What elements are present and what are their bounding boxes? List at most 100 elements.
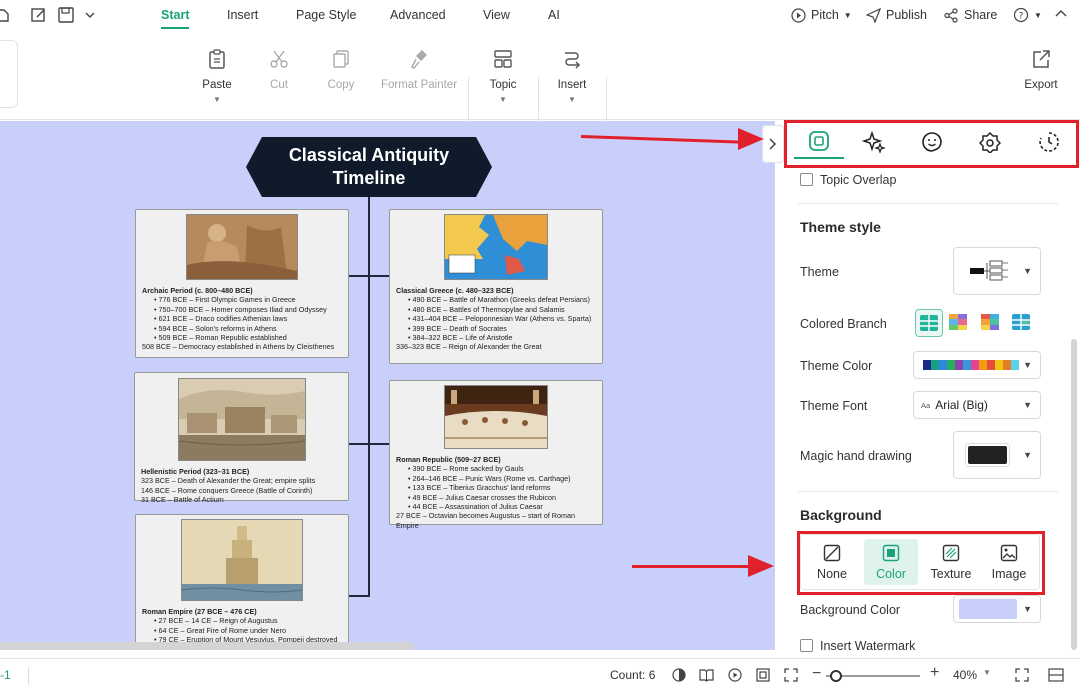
branch-color-icon bbox=[949, 314, 967, 330]
tab-start[interactable]: Start bbox=[161, 0, 190, 30]
topic-card-classical-greece[interactable]: Classical Greece (c. 480–323 BCE) 490 BC… bbox=[389, 209, 603, 364]
card-title: Roman Republic (509–27 BCE) bbox=[396, 455, 501, 464]
color-palette-preview bbox=[923, 360, 1019, 370]
topic-card-archaic[interactable]: Archaic Period (c. 800–480 BCE) 776 BCE … bbox=[135, 209, 349, 358]
list-item: 27 BCE – Octavian becomes Augustus – sta… bbox=[396, 511, 575, 530]
panel-toggle-icon[interactable] bbox=[1048, 668, 1064, 682]
colored-branch-option-3[interactable] bbox=[980, 313, 1000, 331]
list-item: 621 BCE – Draco codifies Athenian laws bbox=[142, 314, 342, 323]
tab-ai[interactable]: AI bbox=[548, 0, 560, 30]
chevron-down-icon[interactable]: ▼ bbox=[983, 668, 991, 677]
chevron-down-icon: ▼ bbox=[499, 95, 507, 104]
publish-button[interactable]: Publish bbox=[866, 0, 927, 30]
annotation-arrow-background bbox=[632, 565, 752, 568]
card-title: Archaic Period (c. 800–480 BCE) bbox=[142, 286, 253, 295]
theme-font-dropdown[interactable]: Aa Arial (Big) ▼ bbox=[913, 391, 1041, 419]
theme-toggle-icon[interactable] bbox=[672, 668, 686, 682]
copy-label: Copy bbox=[327, 79, 355, 91]
fullscreen-expand-icon[interactable] bbox=[784, 668, 798, 682]
collapse-ribbon-icon[interactable] bbox=[1054, 7, 1068, 21]
pitch-label: Pitch bbox=[811, 8, 839, 22]
insert-watermark-checkbox[interactable] bbox=[800, 639, 813, 652]
colored-branch-option-1[interactable] bbox=[915, 309, 943, 337]
save-icon[interactable] bbox=[57, 6, 75, 24]
panel-scrollbar[interactable] bbox=[1071, 339, 1077, 650]
insert-label: Insert bbox=[557, 79, 587, 91]
share-label: Share bbox=[964, 8, 998, 22]
fullscreen-icon[interactable] bbox=[1015, 668, 1029, 682]
central-topic-title-line1: Classical Antiquity bbox=[288, 145, 450, 165]
list-item: 594 BCE – Solon's reforms in Athens bbox=[142, 324, 342, 333]
theme-style-heading: Theme style bbox=[800, 219, 881, 235]
edit-icon[interactable] bbox=[30, 6, 48, 24]
ribbon-toolbar: Paste ▼ Cut Copy Format Painter Topic ▼ … bbox=[0, 30, 1080, 129]
list-item: 399 BCE – Death of Socrates bbox=[396, 324, 596, 333]
connector-branch bbox=[348, 443, 390, 445]
background-color-swatch bbox=[959, 599, 1017, 619]
list-item: 133 BCE – Tiberius Gracchus' land reform… bbox=[396, 483, 596, 492]
list-item: 27 BCE – 14 CE – Reign of Augustus bbox=[142, 616, 342, 625]
colored-branch-label: Colored Branch bbox=[800, 317, 887, 331]
colored-branch-option-2[interactable] bbox=[948, 313, 968, 331]
book-icon[interactable] bbox=[699, 668, 714, 682]
chevron-down-icon: ▼ bbox=[1023, 360, 1032, 370]
share-button[interactable]: Share bbox=[944, 0, 997, 30]
list-item: 384–322 BCE – Life of Aristotle bbox=[396, 333, 596, 342]
cut-label: Cut bbox=[270, 79, 288, 91]
chevron-down-icon: ▼ bbox=[1023, 450, 1032, 460]
zoom-out-icon[interactable]: − bbox=[812, 665, 821, 683]
tab-page-style[interactable]: Page Style bbox=[296, 0, 356, 30]
zoom-level[interactable]: 40% bbox=[953, 668, 977, 682]
export-button[interactable]: Export bbox=[1022, 48, 1060, 91]
horizontal-scrollbar[interactable] bbox=[0, 642, 414, 650]
open-icon[interactable] bbox=[0, 6, 12, 24]
topic-card-roman-republic[interactable]: Roman Republic (509–27 BCE) 390 BCE – Ro… bbox=[389, 380, 603, 530]
zoom-in-icon[interactable]: + bbox=[930, 664, 939, 682]
city-image bbox=[177, 378, 306, 461]
help-icon: ? bbox=[1013, 7, 1029, 23]
magic-hand-dropdown[interactable]: ▼ bbox=[953, 431, 1041, 479]
copy-button[interactable]: Copy bbox=[326, 48, 356, 91]
tab-insert[interactable]: Insert bbox=[227, 0, 258, 30]
quick-access-dropdown-icon[interactable] bbox=[84, 6, 102, 24]
topic-card-hellenistic[interactable]: Hellenistic Period (323–31 BCE) 323 BCE … bbox=[134, 372, 349, 505]
theme-color-label: Theme Color bbox=[800, 359, 873, 373]
collapse-panel-button[interactable] bbox=[762, 125, 784, 163]
topic-card-roman-empire[interactable]: Roman Empire (27 BCE – 476 CE) 27 BCE – … bbox=[135, 514, 349, 650]
mindmap-canvas[interactable]: Classical Antiquity Timeline Archaic Per… bbox=[0, 121, 775, 650]
cut-button[interactable]: Cut bbox=[266, 48, 292, 91]
topic-overlap-checkbox[interactable] bbox=[800, 173, 813, 186]
pitch-button[interactable]: Pitch ▼ bbox=[791, 0, 852, 30]
topic-icon bbox=[494, 50, 512, 68]
chevron-right-icon bbox=[769, 138, 777, 150]
background-heading: Background bbox=[800, 507, 882, 523]
help-button[interactable]: ? ▼ bbox=[1013, 0, 1042, 30]
connector-branch bbox=[348, 275, 390, 277]
left-collapsed-panel[interactable] bbox=[0, 40, 18, 108]
list-item: 146 BCE – Rome conquers Greece (Battle o… bbox=[141, 485, 313, 495]
card-title: Roman Empire (27 BCE – 476 CE) bbox=[142, 607, 257, 616]
insert-button[interactable]: Insert ▼ bbox=[555, 48, 589, 104]
format-painter-button[interactable]: Format Painter bbox=[378, 48, 460, 91]
tab-advanced[interactable]: Advanced bbox=[390, 0, 446, 30]
font-icon: Aa bbox=[921, 400, 931, 410]
theme-color-dropdown[interactable]: ▼ bbox=[913, 351, 1041, 379]
paste-button[interactable]: Paste ▼ bbox=[202, 48, 232, 104]
colored-branch-option-4[interactable] bbox=[1011, 313, 1031, 331]
background-color-label: Background Color bbox=[800, 603, 901, 617]
theme-dropdown[interactable]: ▼ bbox=[953, 247, 1041, 295]
export-icon bbox=[1033, 50, 1050, 68]
topic-button[interactable]: Topic ▼ bbox=[486, 48, 520, 104]
fit-page-icon[interactable] bbox=[756, 668, 770, 682]
page-indicator[interactable]: -1 bbox=[0, 668, 11, 682]
central-topic-title-line2: Timeline bbox=[332, 168, 406, 188]
tab-view[interactable]: View bbox=[483, 0, 510, 30]
play-icon[interactable] bbox=[728, 668, 742, 682]
zoom-slider-thumb[interactable] bbox=[830, 670, 842, 682]
magic-hand-preview bbox=[965, 443, 1010, 467]
divider bbox=[798, 203, 1058, 204]
background-color-dropdown[interactable]: ▼ bbox=[953, 595, 1041, 623]
central-topic[interactable]: Classical Antiquity Timeline bbox=[246, 137, 492, 197]
list-item: 31 BCE – Battle of Actium bbox=[141, 495, 224, 505]
chevron-down-icon: ▼ bbox=[213, 95, 221, 104]
